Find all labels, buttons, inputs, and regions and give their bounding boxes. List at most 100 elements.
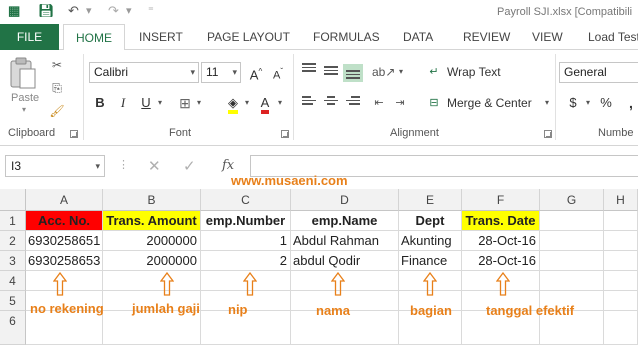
- currency-dropdown-icon[interactable]: ▾: [583, 93, 593, 113]
- font-color-dropdown-icon[interactable]: ▾: [275, 93, 285, 113]
- comma-style-icon[interactable]: ,: [624, 93, 638, 113]
- column-header[interactable]: D: [291, 189, 399, 211]
- empty-cell[interactable]: [103, 311, 201, 345]
- cell-c1[interactable]: emp.Number: [201, 211, 291, 231]
- orientation-icon[interactable]: ab↗: [372, 63, 395, 81]
- alignment-launcher-icon[interactable]: [544, 130, 552, 138]
- cell-d3[interactable]: abdul Qodir: [291, 251, 399, 271]
- borders-dropdown-icon[interactable]: ▾: [194, 93, 204, 113]
- tab-formulas[interactable]: FORMULAS: [313, 24, 380, 50]
- cell-e3[interactable]: Finance: [399, 251, 462, 271]
- cell-e2[interactable]: Akunting: [399, 231, 462, 251]
- decrease-indent-icon[interactable]: ⇤: [370, 94, 388, 112]
- align-left-icon[interactable]: [299, 94, 319, 112]
- row-header[interactable]: 3: [0, 251, 26, 271]
- column-header[interactable]: A: [26, 189, 103, 211]
- font-size-select[interactable]: 11 ▾: [201, 62, 241, 83]
- column-header[interactable]: E: [399, 189, 462, 211]
- merge-center-button[interactable]: Merge & Center: [447, 96, 532, 110]
- fill-color-dropdown-icon[interactable]: ▾: [242, 93, 252, 113]
- empty-cell[interactable]: [540, 231, 604, 251]
- cell-a1[interactable]: Acc. No.: [26, 211, 103, 231]
- redo-icon[interactable]: ↷: [108, 3, 119, 19]
- middle-align-icon[interactable]: [321, 64, 341, 82]
- paste-dropdown-icon[interactable]: ▾: [22, 105, 26, 114]
- wrap-text-button[interactable]: Wrap Text: [447, 65, 501, 79]
- empty-cell[interactable]: [604, 311, 638, 345]
- tab-load-test[interactable]: Load Test: [588, 24, 638, 50]
- tab-data[interactable]: DATA: [403, 24, 433, 50]
- enter-icon[interactable]: ✓: [183, 157, 196, 175]
- column-header[interactable]: G: [540, 189, 604, 211]
- tab-page-layout[interactable]: PAGE LAYOUT: [207, 24, 290, 50]
- cell-d1[interactable]: emp.Name: [291, 211, 399, 231]
- orientation-dropdown-icon[interactable]: ▾: [392, 63, 410, 81]
- empty-cell[interactable]: [540, 211, 604, 231]
- fill-color-icon[interactable]: ◈: [224, 93, 242, 114]
- row-header[interactable]: 4: [0, 271, 26, 291]
- undo-icon[interactable]: ↶: [68, 3, 79, 19]
- column-header[interactable]: B: [103, 189, 201, 211]
- top-align-icon[interactable]: [299, 61, 319, 79]
- merge-dropdown-icon[interactable]: ▾: [538, 94, 556, 112]
- paste-button[interactable]: Paste: [11, 92, 39, 104]
- align-right-icon[interactable]: [343, 94, 363, 112]
- bold-button[interactable]: B: [92, 93, 108, 113]
- column-header[interactable]: C: [201, 189, 291, 211]
- clipboard-launcher-icon[interactable]: [70, 130, 78, 138]
- cell-c3[interactable]: 2: [201, 251, 291, 271]
- tab-home[interactable]: HOME: [63, 24, 125, 51]
- cut-icon[interactable]: ✂: [48, 56, 66, 74]
- empty-cell[interactable]: [291, 271, 399, 291]
- cell-f1[interactable]: Trans. Date: [462, 211, 540, 231]
- tab-file[interactable]: FILE: [0, 24, 59, 50]
- tab-review[interactable]: REVIEW: [463, 24, 510, 50]
- cell-f3[interactable]: 28-Oct-16: [462, 251, 540, 271]
- undo-dropdown-icon[interactable]: ▾: [86, 4, 92, 17]
- cell-a2[interactable]: 6930258651: [26, 231, 103, 251]
- row-header[interactable]: 1: [0, 211, 26, 231]
- empty-cell[interactable]: [604, 231, 638, 251]
- cell-f2[interactable]: 28-Oct-16: [462, 231, 540, 251]
- save-icon[interactable]: 💾︎: [38, 3, 55, 19]
- select-all-corner[interactable]: [0, 189, 26, 211]
- row-header[interactable]: 5: [0, 291, 26, 311]
- empty-cell[interactable]: [604, 251, 638, 271]
- cell-b1[interactable]: Trans. Amount: [103, 211, 201, 231]
- font-launcher-icon[interactable]: [281, 130, 289, 138]
- paste-icon[interactable]: [8, 55, 38, 91]
- cell-c2[interactable]: 1: [201, 231, 291, 251]
- column-header[interactable]: F: [462, 189, 540, 211]
- currency-icon[interactable]: $: [567, 93, 579, 113]
- empty-cell[interactable]: [26, 311, 103, 345]
- underline-dropdown-icon[interactable]: ▾: [155, 93, 165, 113]
- row-header[interactable]: 6: [0, 311, 26, 345]
- borders-icon[interactable]: ⊞: [176, 93, 194, 113]
- cell-b2[interactable]: 2000000: [103, 231, 201, 251]
- tab-view[interactable]: VIEW: [532, 24, 563, 50]
- redo-dropdown-icon[interactable]: ▾: [126, 4, 132, 17]
- underline-button[interactable]: U: [138, 93, 154, 113]
- cancel-icon[interactable]: ✕: [148, 157, 161, 175]
- insert-function-button[interactable]: fx: [222, 158, 234, 173]
- copy-icon[interactable]: ⎘: [48, 79, 66, 97]
- empty-cell[interactable]: [604, 291, 638, 311]
- column-header[interactable]: H: [604, 189, 638, 211]
- empty-cell[interactable]: [103, 271, 201, 291]
- bottom-align-icon[interactable]: [343, 64, 363, 82]
- cell-b3[interactable]: 2000000: [103, 251, 201, 271]
- empty-cell[interactable]: [604, 271, 638, 291]
- font-color-icon[interactable]: A: [256, 93, 274, 114]
- increase-indent-icon[interactable]: ⇥: [391, 94, 409, 112]
- empty-cell[interactable]: [604, 211, 638, 231]
- name-box[interactable]: I3 ▾: [5, 155, 105, 177]
- cell-e1[interactable]: Dept: [399, 211, 462, 231]
- align-center-icon[interactable]: [321, 94, 341, 112]
- tab-insert[interactable]: INSERT: [139, 24, 183, 50]
- format-painter-icon[interactable]: 🖌︎: [48, 102, 66, 120]
- italic-button[interactable]: I: [115, 93, 131, 113]
- row-header[interactable]: 2: [0, 231, 26, 251]
- grow-font-icon[interactable]: A^: [248, 62, 264, 82]
- cell-a3[interactable]: 6930258653: [26, 251, 103, 271]
- empty-cell[interactable]: [540, 251, 604, 271]
